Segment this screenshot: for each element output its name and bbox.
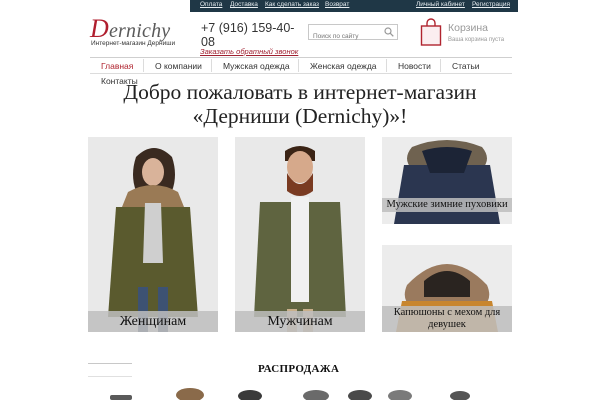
nav-separator bbox=[143, 59, 144, 72]
phone-number: +7 (916) 159-40-08 bbox=[201, 21, 295, 49]
logo-initial: D bbox=[90, 14, 109, 43]
tile-label-mens-winter: Мужские зимние пуховики bbox=[382, 198, 512, 212]
shopping-bag-icon[interactable] bbox=[420, 18, 442, 46]
account-link[interactable]: Личный кабинет bbox=[416, 1, 465, 8]
category-tile-men[interactable]: Мужчинам bbox=[235, 137, 365, 332]
nav-separator bbox=[298, 59, 299, 72]
search-box bbox=[308, 24, 398, 44]
tile-label-fur-hoods: Капюшоны с мехом для девушек bbox=[382, 306, 512, 332]
nav-item-articles[interactable]: Статьи bbox=[452, 61, 480, 71]
logo-subtitle: Интернет-магазин Дерниши bbox=[91, 40, 176, 47]
sale-product-thumbnails[interactable] bbox=[100, 385, 520, 400]
welcome-heading: Добро пожаловать в интернет-магазин «Дер… bbox=[123, 80, 477, 128]
nav-item-news[interactable]: Новости bbox=[398, 61, 431, 71]
topbar-link-how-to-order[interactable]: Как сделать заказ bbox=[265, 1, 319, 8]
nav-item-about[interactable]: О компании bbox=[155, 61, 202, 71]
topbar-link-delivery[interactable]: Доставка bbox=[230, 1, 258, 8]
nav-separator bbox=[440, 59, 441, 72]
search-icon[interactable] bbox=[384, 27, 394, 37]
register-link[interactable]: Регистрация bbox=[472, 1, 510, 8]
category-tile-women[interactable]: Женщинам bbox=[88, 137, 218, 332]
nav-item-womens-clothing[interactable]: Женская одежда bbox=[310, 61, 377, 71]
nav-divider-bottom bbox=[90, 73, 512, 74]
nav-separator bbox=[211, 59, 212, 72]
topbar-link-return[interactable]: Возврат bbox=[325, 1, 349, 8]
nav-divider-top bbox=[90, 57, 512, 58]
nav-item-home[interactable]: Главная bbox=[101, 61, 133, 71]
category-tile-fur-hoods[interactable]: Капюшоны с мехом для девушек bbox=[382, 245, 512, 332]
callback-link[interactable]: Заказать обратный звонок bbox=[200, 47, 298, 56]
category-tile-mens-winter-jackets[interactable]: Мужские зимние пуховики bbox=[382, 137, 512, 224]
sale-heading: РАСПРОДАЖА bbox=[258, 363, 340, 375]
top-bar: Оплата Доставка Как сделать заказ Возвра… bbox=[190, 0, 518, 12]
nav-item-mens-clothing[interactable]: Мужская одежда bbox=[223, 61, 290, 71]
logo-text: ernichy bbox=[108, 20, 171, 42]
tile-label-men: Мужчинам bbox=[235, 311, 365, 332]
search-input[interactable] bbox=[309, 29, 383, 44]
sale-divider bbox=[88, 376, 132, 377]
man-parka-image bbox=[235, 137, 365, 332]
topbar-link-payment[interactable]: Оплата bbox=[200, 1, 222, 8]
woman-parka-image bbox=[88, 137, 218, 332]
nav-separator bbox=[386, 59, 387, 72]
sale-divider bbox=[88, 363, 132, 364]
cart-status: Ваша корзина пуста bbox=[448, 37, 505, 43]
tile-label-women: Женщинам bbox=[88, 311, 218, 332]
cart-title[interactable]: Корзина bbox=[448, 22, 488, 34]
